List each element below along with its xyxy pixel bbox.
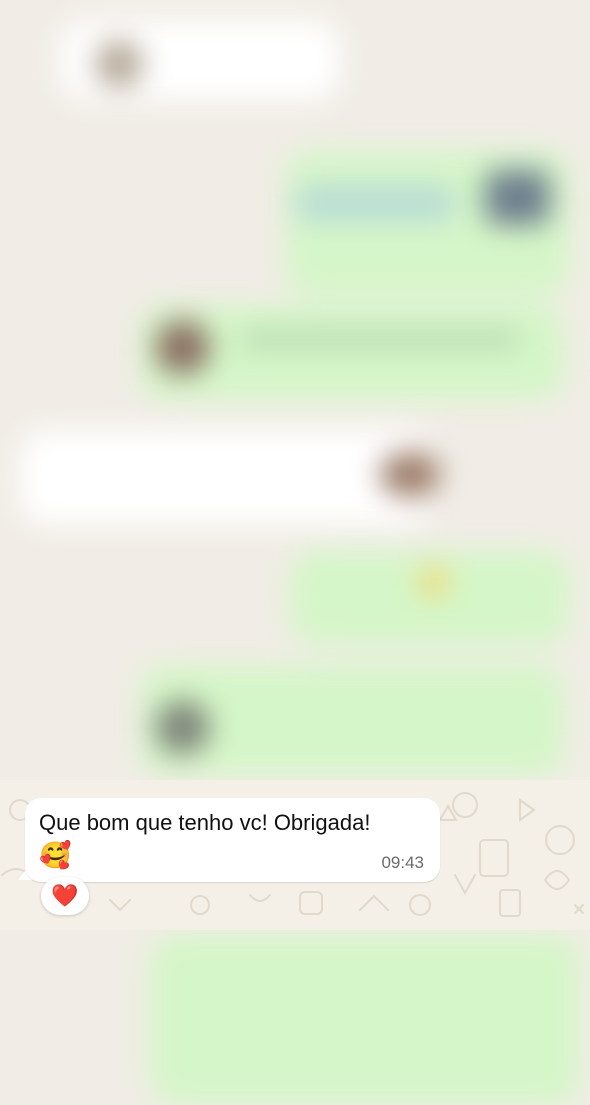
blurred-thumbnail: [485, 170, 550, 225]
blurred-emoji: [420, 568, 448, 596]
heart-icon: ❤️: [51, 883, 79, 908]
blurred-incoming-message: [20, 430, 430, 525]
incoming-message-bubble[interactable]: Que bom que tenho vc! Obrigada! 🥰 09:43: [25, 798, 440, 882]
message-timestamp: 09:43: [381, 853, 424, 872]
blurred-audio-avatar: [155, 320, 210, 375]
blurred-link-preview: [295, 185, 455, 221]
blurred-outgoing-message: [290, 550, 570, 645]
reaction-badge[interactable]: ❤️: [41, 877, 89, 915]
blurred-audio-waveform: [240, 330, 520, 348]
blurred-sticker: [380, 452, 440, 497]
message-text: Que bom que tenho vc! Obrigada!: [39, 810, 371, 835]
smiling-face-with-hearts-icon: 🥰: [39, 840, 72, 870]
blurred-avatar: [95, 40, 143, 88]
blurred-audio-avatar: [155, 700, 210, 755]
